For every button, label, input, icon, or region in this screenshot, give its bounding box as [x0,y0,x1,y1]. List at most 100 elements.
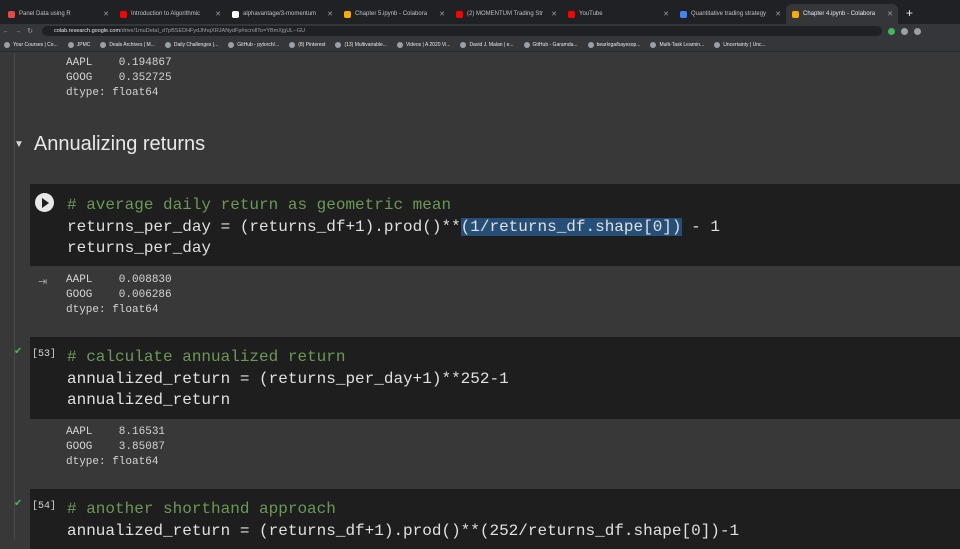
bookmark-favicon-icon [587,41,594,48]
bookmark-label: (8) Pinterest [298,41,326,48]
close-tab-icon[interactable]: ✕ [551,10,557,18]
tab-favicon-icon [680,10,687,18]
bookmark-favicon-icon [396,41,403,48]
close-tab-icon[interactable]: ✕ [103,10,109,18]
bookmark-label: Multi-Task Learnin... [659,41,705,48]
collapse-chevron-icon[interactable]: ▼ [14,139,24,150]
code-comment: # another shorthand approach [67,500,336,518]
reload-icon[interactable]: ↻ [24,27,36,35]
bookmark-favicon-icon [289,41,296,48]
bookmark-item[interactable]: bearloga/bayesop... [587,41,640,48]
back-icon[interactable]: ← [0,28,12,35]
bookmark-item[interactable]: David J. Malan | e... [460,41,514,48]
bookmark-label: Deals Archives | M... [109,41,155,48]
output-line: dtype: float64 [66,456,159,468]
code-line[interactable]: annualized_return = (returns_per_day+1)*… [67,369,509,390]
close-tab-icon[interactable]: ✕ [439,10,445,18]
browser-tab[interactable]: Introduction to Algorithmic ✕ [114,4,226,24]
tab-title: (2) MOMENTUM Trading Str [467,11,544,17]
executed-check-icon: ✔ [14,346,23,357]
run-cell-button[interactable] [35,193,54,212]
tab-favicon-icon [792,10,799,18]
execution-count: [54] [32,501,57,512]
tab-favicon-icon [232,10,239,18]
executed-check-icon: ✔ [14,498,23,509]
close-tab-icon[interactable]: ✕ [327,10,333,18]
tab-title: Panel Data using R [19,11,71,17]
close-tab-icon[interactable]: ✕ [775,10,781,18]
bookmark-item[interactable]: GitHub - pytorch/... [228,41,280,48]
bookmark-item[interactable]: Multi-Task Learnin... [650,41,705,48]
code-line[interactable]: annualized_return = (returns_df+1).prod(… [67,521,739,542]
bookmark-label: GitHub - pytorch/... [237,41,280,48]
tab-title: YouTube [579,11,603,17]
output-menu-icon[interactable]: ⇥ [38,275,47,288]
bookmark-item[interactable]: Videos | A 2020 Vi... [396,41,451,48]
close-tab-icon[interactable]: ✕ [887,10,893,18]
tab-title: Introduction to Algorithmic [131,11,201,17]
selected-text: (1/returns_df.shape[0]) [460,218,682,236]
forward-icon[interactable]: → [12,28,24,35]
bookmark-label: GitHub - Garamda... [532,41,578,48]
output-line: GOOG 3.85087 [66,441,166,453]
bookmark-label: David J. Malan | e... [469,41,514,48]
browser-tab[interactable]: Chapter 4.ipynb - Colabora ✕ [786,4,898,24]
code-comment: # average daily return as geometric mean [67,196,452,214]
output-line: GOOG 0.352725 [66,72,172,84]
bookmark-item[interactable]: Your Courses | Co... [4,41,58,48]
output-line: dtype: float64 [66,304,159,316]
url-path: /drive/1muDeIaI_d7pBSEDHFydJhhqXRJANydFp… [120,28,306,34]
tab-favicon-icon [568,10,575,18]
browser-tab[interactable]: Chapter 5.ipynb - Colabora ✕ [338,4,450,24]
output-line: AAPL 0.008830 [66,274,172,286]
profile-icon[interactable] [914,27,921,35]
url-host: colab.research.google.com [54,28,121,34]
browser-tab[interactable]: (2) MOMENTUM Trading Str ✕ [450,4,562,24]
browser-tab[interactable]: YouTube ✕ [562,4,674,24]
bookmark-favicon-icon [460,41,467,48]
tab-favicon-icon [8,10,15,18]
bookmark-favicon-icon [164,41,171,48]
tab-strip: Panel Data using R ✕ Introduction to Algor… [0,0,960,24]
bookmark-item[interactable]: Deals Archives | M... [100,41,155,48]
tab-title: alphavantage/3-momentum [243,11,317,17]
execution-count: [53] [32,349,57,360]
bookmark-favicon-icon [228,41,235,48]
new-tab-button[interactable]: + [898,4,921,24]
close-tab-icon[interactable]: ✕ [215,10,221,18]
code-line[interactable]: returns_per_day [67,238,211,259]
bookmark-label: Uncertainty | Unc... [723,41,766,48]
code-text: returns_per_day = (returns_df+1).prod()*… [67,218,461,236]
gutter-divider [14,53,15,540]
tab-favicon-icon [344,10,351,18]
section-title: Annualizing returns [33,133,206,155]
section-header[interactable]: ▼ Annualizing returns [14,133,205,156]
output-line: AAPL 8.16531 [66,426,166,438]
address-toolbar: ← → ↻ colab.research.google.com/drive/1m… [0,24,960,38]
bookmark-label: Daily Challenges |... [173,41,219,48]
tab-title: Chapter 5.ipynb - Colabora [355,11,428,17]
extension-icon[interactable] [901,27,908,35]
bookmark-favicon-icon [100,41,107,48]
bookmark-label: Videos | A 2020 Vi... [405,41,451,48]
code-line[interactable]: annualized_return [67,390,230,411]
bookmark-label: Your Courses | Co... [13,41,58,48]
bookmark-item[interactable]: Daily Challenges |... [164,41,219,48]
browser-tab[interactable]: Quantitative trading strategy ✕ [674,4,786,24]
bookmark-favicon-icon [714,41,721,48]
code-line[interactable]: returns_per_day = (returns_df+1).prod()*… [67,217,720,238]
browser-tab[interactable]: Panel Data using R ✕ [2,4,114,24]
browser-tab[interactable]: alphavantage/3-momentum ✕ [226,4,338,24]
bookmark-item[interactable]: Uncertainty | Unc... [714,41,766,48]
bookmark-item[interactable]: (13) Multivariable... [335,41,387,48]
address-bar[interactable]: colab.research.google.com/drive/1muDeIaI… [42,26,882,36]
bookmark-item[interactable]: GitHub - Garamda... [523,41,578,48]
extension-icon[interactable] [888,27,895,35]
bookmark-item[interactable]: (8) Pinterest [289,41,326,48]
bookmark-item[interactable]: JPMC [67,41,90,48]
bookmark-favicon-icon [523,41,530,48]
tab-title: Quantitative trading strategy [691,11,767,17]
bookmark-favicon-icon [650,41,657,48]
tab-title: Chapter 4.ipynb - Colabora [803,11,876,17]
close-tab-icon[interactable]: ✕ [663,10,669,18]
